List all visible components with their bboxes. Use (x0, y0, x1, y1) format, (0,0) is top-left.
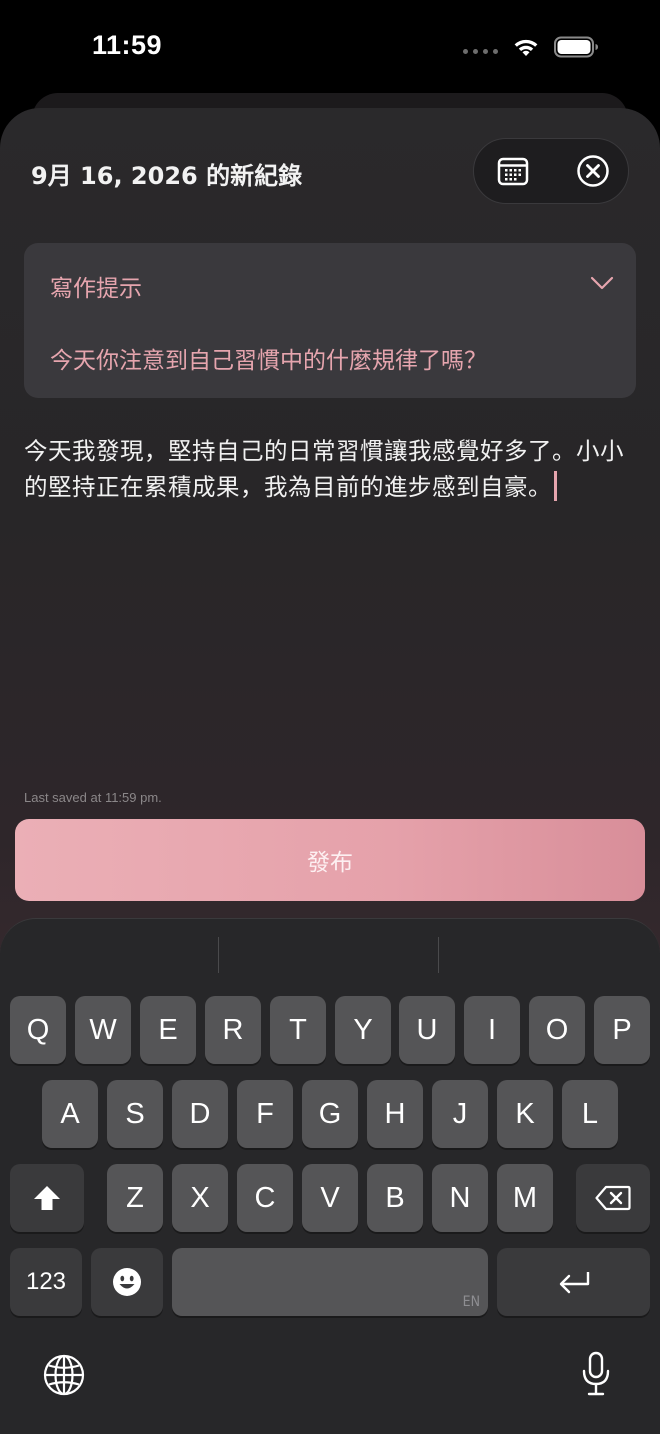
key-o[interactable]: O (529, 996, 585, 1064)
prompt-question: 今天你注意到自己習慣中的什麼規律了嗎？ (50, 348, 487, 374)
key-u[interactable]: U (399, 996, 455, 1064)
emoji-icon (113, 1268, 141, 1296)
key-q[interactable]: Q (10, 996, 66, 1064)
key-h[interactable]: H (367, 1080, 423, 1148)
delete-key[interactable] (576, 1164, 650, 1232)
journal-entry-editor[interactable]: 今天我發現，堅持自己的日常習慣讓我感覺好多了。小小的堅持正在累積成果，我為目前的… (24, 433, 640, 505)
header-controls (473, 138, 629, 204)
key-x[interactable]: X (172, 1164, 228, 1232)
key-r[interactable]: R (205, 996, 261, 1064)
status-time: 11:59 (92, 30, 163, 60)
status-bar: 11:59 (0, 0, 660, 95)
shift-key[interactable] (10, 1164, 84, 1232)
text-caret (554, 471, 557, 501)
key-g[interactable]: G (302, 1080, 358, 1148)
globe-button[interactable] (43, 1354, 85, 1400)
return-key[interactable] (497, 1248, 650, 1316)
key-c[interactable]: C (237, 1164, 293, 1232)
key-e[interactable]: E (140, 996, 196, 1064)
dictation-button[interactable] (580, 1351, 612, 1401)
battery-icon (554, 36, 598, 58)
calendar-icon (497, 157, 529, 186)
key-k[interactable]: K (497, 1080, 553, 1148)
key-y[interactable]: Y (335, 996, 391, 1064)
keyboard: Q W E R T Y U I O P A S D F G H J K L Z … (0, 918, 660, 1434)
chevron-down-icon[interactable] (590, 275, 614, 294)
key-m[interactable]: M (497, 1164, 553, 1232)
key-l[interactable]: L (562, 1080, 618, 1148)
key-d[interactable]: D (172, 1080, 228, 1148)
backspace-icon (595, 1185, 631, 1211)
key-t[interactable]: T (270, 996, 326, 1064)
close-button[interactable] (558, 139, 628, 203)
keyboard-language-label: EN (462, 1294, 480, 1310)
publish-button[interactable]: 發布 (15, 819, 645, 901)
close-circle-icon (577, 155, 609, 187)
prompt-title: 寫作提示 (50, 276, 142, 302)
emoji-key[interactable] (91, 1248, 163, 1316)
key-z[interactable]: Z (107, 1164, 163, 1232)
key-f[interactable]: F (237, 1080, 293, 1148)
wifi-icon (514, 39, 538, 56)
key-s[interactable]: S (107, 1080, 163, 1148)
suggestion-divider (218, 937, 219, 973)
suggestion-divider (438, 937, 439, 973)
screen: 11:59 9月 16, 2026 的新紀錄 寫作提示 今天你注意到自己習慣中的… (0, 0, 660, 1434)
key-i[interactable]: I (464, 996, 520, 1064)
key-j[interactable]: J (432, 1080, 488, 1148)
microphone-icon (582, 1351, 610, 1396)
space-key[interactable]: EN (172, 1248, 488, 1316)
last-saved-status: Last saved at 11:59 pm. (24, 790, 162, 805)
key-n[interactable]: N (432, 1164, 488, 1232)
key-v[interactable]: V (302, 1164, 358, 1232)
key-p[interactable]: P (594, 996, 650, 1064)
globe-icon (43, 1354, 85, 1396)
calendar-button[interactable] (478, 139, 548, 203)
writing-prompt-card[interactable]: 寫作提示 今天你注意到自己習慣中的什麼規律了嗎？ (24, 243, 636, 398)
key-w[interactable]: W (75, 996, 131, 1064)
key-a[interactable]: A (42, 1080, 98, 1148)
return-arrow-icon (559, 1272, 589, 1294)
key-b[interactable]: B (367, 1164, 423, 1232)
status-icons (463, 36, 600, 58)
signal-dots-icon (463, 48, 498, 54)
shift-arrow-icon (34, 1186, 60, 1210)
page-title: 9月 16, 2026 的新紀錄 (31, 162, 303, 190)
numbers-key[interactable]: 123 (10, 1248, 82, 1316)
journal-entry-text: 今天我發現，堅持自己的日常習慣讓我感覺好多了。小小的堅持正在累積成果，我為目前的… (24, 437, 624, 501)
